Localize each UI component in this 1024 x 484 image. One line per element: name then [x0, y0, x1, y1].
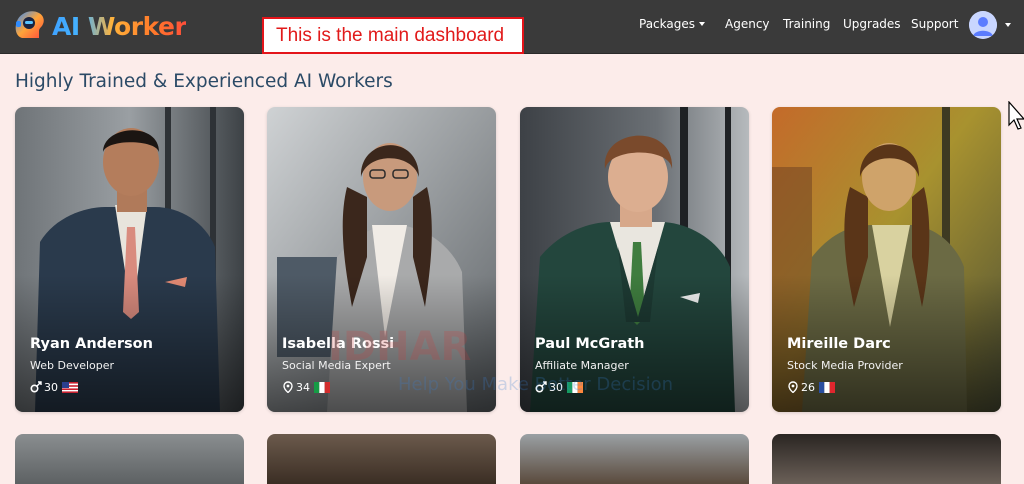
worker-age: 30 — [44, 380, 58, 394]
male-icon — [535, 381, 547, 393]
worker-role: Web Developer — [30, 359, 115, 372]
worker-name: Isabella Rossi — [282, 336, 395, 352]
male-icon — [30, 381, 42, 393]
section-title: Highly Trained & Experienced AI Workers — [15, 71, 393, 92]
us-flag-icon — [62, 381, 78, 393]
worker-meta: 30 — [30, 380, 78, 394]
nav-agency[interactable]: Agency — [725, 17, 770, 31]
brand-name: AI Worker — [52, 11, 187, 41]
worker-meta: 30 — [535, 380, 583, 394]
brand-logo[interactable]: AI Worker — [12, 8, 186, 44]
worker-name: Ryan Anderson — [30, 336, 153, 352]
worker-age: 26 — [801, 380, 815, 394]
nav-upgrades[interactable]: Upgrades — [843, 17, 901, 31]
worker-age: 34 — [296, 380, 310, 394]
worker-role: Social Media Expert — [282, 359, 391, 372]
nav-packages-dropdown[interactable]: Packages — [639, 17, 705, 31]
worker-role: Stock Media Provider — [787, 359, 903, 372]
user-avatar-icon[interactable] — [969, 11, 997, 39]
worker-card[interactable]: Paul McGrath Affiliate Manager 30 — [520, 107, 749, 412]
worker-name: Paul McGrath — [535, 336, 645, 352]
worker-card[interactable]: Isabella Rossi Social Media Expert 34 — [267, 107, 496, 412]
france-flag-icon — [819, 381, 835, 393]
annotation-callout: This is the main dashboard — [262, 17, 524, 54]
nav-training[interactable]: Training — [783, 17, 830, 31]
worker-card-partial[interactable] — [267, 434, 496, 484]
worker-card-partial[interactable] — [15, 434, 244, 484]
chevron-down-icon — [699, 22, 705, 26]
ireland-flag-icon — [567, 381, 583, 393]
location-pin-icon — [283, 381, 293, 393]
robot-head-logo-icon — [15, 11, 44, 38]
worker-card-partial[interactable] — [772, 434, 1001, 484]
worker-card[interactable]: Ryan Anderson Web Developer 30 — [15, 107, 244, 412]
worker-name: Mireille Darc — [787, 336, 891, 352]
worker-meta: 26 — [787, 380, 835, 394]
worker-meta: 34 — [282, 380, 330, 394]
mouse-cursor-icon — [1008, 101, 1024, 130]
nav-packages-label: Packages — [639, 17, 695, 31]
worker-card[interactable]: Mireille Darc Stock Media Provider 26 — [772, 107, 1001, 412]
location-pin-icon — [788, 381, 798, 393]
nav-support[interactable]: Support — [911, 17, 958, 31]
italy-flag-icon — [314, 381, 330, 393]
worker-role: Affiliate Manager — [535, 359, 629, 372]
worker-card-partial[interactable] — [520, 434, 749, 484]
worker-age: 30 — [549, 380, 563, 394]
avatar-chevron-down-icon[interactable] — [1005, 23, 1011, 27]
